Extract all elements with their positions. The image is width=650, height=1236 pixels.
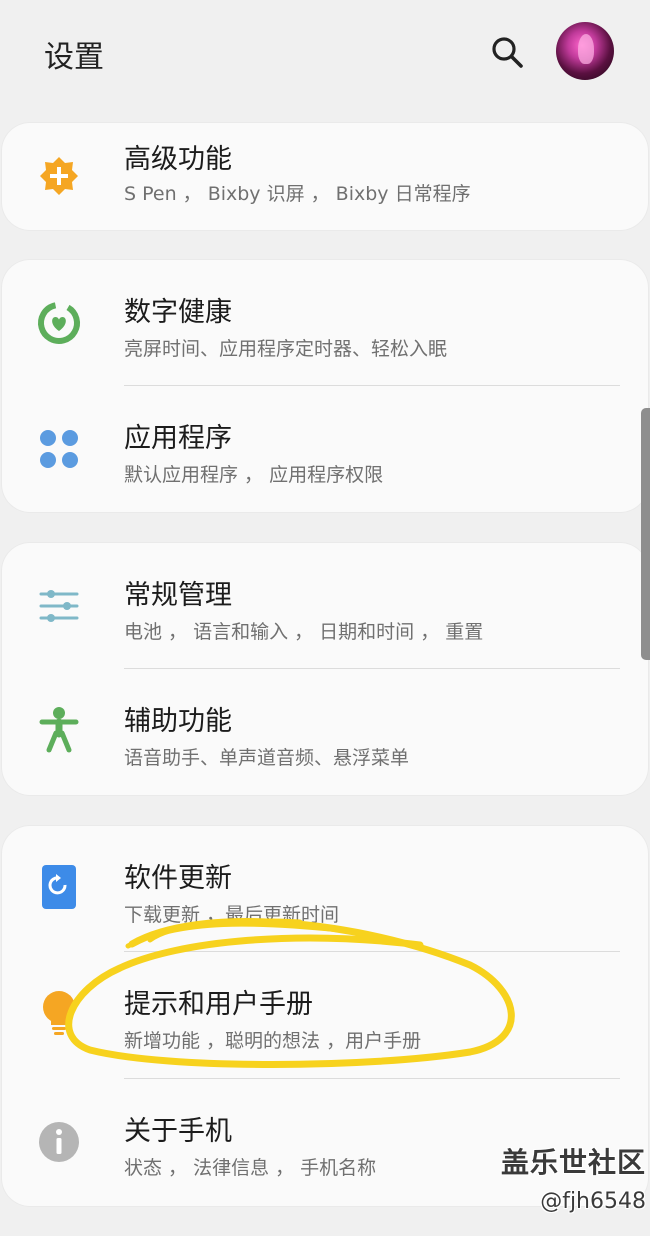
app-header: 设置 xyxy=(0,0,650,105)
scrollbar[interactable] xyxy=(641,408,650,660)
settings-item-subtitle: 新增功能 ，聪明的想法 ，用户手册 xyxy=(124,1030,422,1052)
settings-item-title: 常规管理 xyxy=(124,580,232,611)
lightbulb-icon xyxy=(36,990,82,1036)
settings-item-digital-wellbeing[interactable]: 数字健康 亮屏时间、应用程序定时器、轻松入眠 xyxy=(2,260,648,386)
page-title: 设置 xyxy=(44,40,104,75)
settings-item-general-management[interactable]: 常规管理 电池 ， 语言和输入 ， 日期和时间 ， 重置 xyxy=(2,543,648,669)
settings-item-title: 辅助功能 xyxy=(124,706,232,737)
search-icon xyxy=(492,37,523,68)
settings-item-software-update[interactable]: 软件更新 下载更新 ，最后更新时间 xyxy=(2,826,648,952)
settings-item-advanced-features[interactable]: 高级功能 S Pen ， Bixby 识屏 ， Bixby 日常程序 xyxy=(2,123,648,230)
software-update-icon xyxy=(36,864,82,910)
accessibility-icon xyxy=(36,707,82,753)
settings-group-general: 常规管理 电池 ， 语言和输入 ， 日期和时间 ， 重置 辅助功能 语音助手、单… xyxy=(2,543,648,795)
settings-item-tips-manual[interactable]: 提示和用户手册 新增功能 ，聪明的想法 ，用户手册 xyxy=(2,952,648,1078)
settings-item-title: 软件更新 xyxy=(124,863,232,894)
watermark-brand: 盖乐世社区 xyxy=(500,1146,646,1179)
settings-item-apps[interactable]: 应用程序 默认应用程序 ， 应用程序权限 xyxy=(2,386,648,512)
apps-grid-icon xyxy=(36,426,82,472)
settings-item-accessibility[interactable]: 辅助功能 语音助手、单声道音频、悬浮菜单 xyxy=(2,669,648,795)
settings-item-subtitle: 状态 ， 法律信息 ， 手机名称 xyxy=(124,1157,377,1179)
settings-item-subtitle: 语音助手、单声道音频、悬浮菜单 xyxy=(124,747,410,769)
settings-item-subtitle: S Pen ， Bixby 识屏 ， Bixby 日常程序 xyxy=(124,183,471,205)
settings-item-subtitle: 默认应用程序 ， 应用程序权限 xyxy=(124,464,384,486)
search-button[interactable] xyxy=(488,33,526,71)
settings-item-title: 高级功能 xyxy=(124,144,232,175)
watermark-user: @fjh6548 xyxy=(540,1189,646,1214)
settings-item-title: 提示和用户手册 xyxy=(124,989,313,1020)
settings-item-title: 应用程序 xyxy=(124,423,232,454)
info-icon xyxy=(36,1119,82,1165)
sliders-icon xyxy=(36,583,82,629)
puzzle-plus-icon xyxy=(36,153,82,199)
profile-avatar[interactable] xyxy=(556,22,614,80)
settings-item-subtitle: 亮屏时间、应用程序定时器、轻松入眠 xyxy=(124,338,448,360)
settings-item-title: 关于手机 xyxy=(124,1116,232,1147)
settings-item-subtitle: 电池 ， 语言和输入 ， 日期和时间 ， 重置 xyxy=(124,621,484,643)
settings-group-advanced: 高级功能 S Pen ， Bixby 识屏 ， Bixby 日常程序 xyxy=(2,123,648,230)
settings-item-subtitle: 下载更新 ，最后更新时间 xyxy=(124,904,340,926)
digital-wellbeing-icon xyxy=(36,300,82,346)
watermark: 盖乐世社区 @fjh6548 xyxy=(486,1141,646,1214)
settings-item-title: 数字健康 xyxy=(124,297,232,328)
settings-group-wellbeing-apps: 数字健康 亮屏时间、应用程序定时器、轻松入眠 应用程序 默认应用程序 ， 应用程… xyxy=(2,260,648,512)
